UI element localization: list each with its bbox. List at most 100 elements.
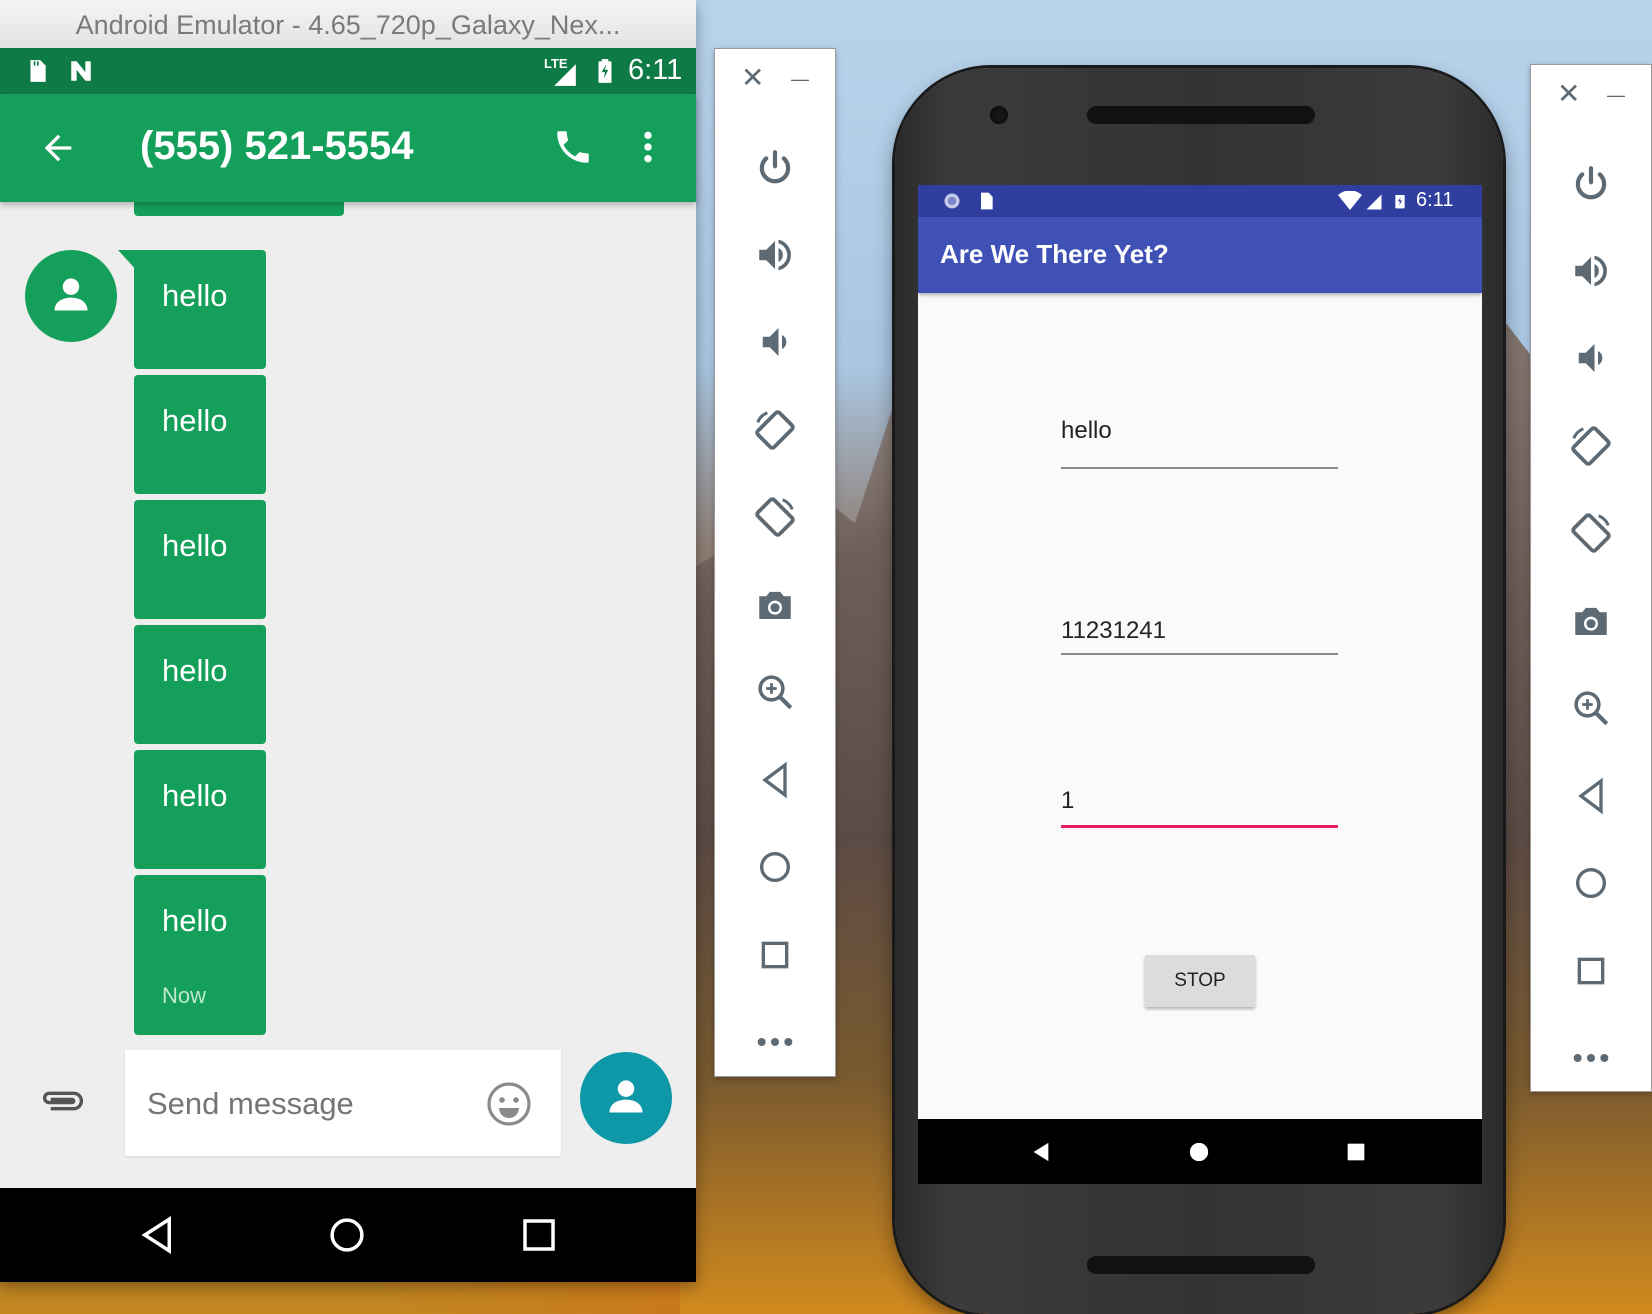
close-button[interactable]: ✕: [1557, 77, 1580, 110]
volume-up-button[interactable]: [1568, 248, 1614, 294]
rotate-left-button[interactable]: [1568, 423, 1614, 469]
stop-button[interactable]: STOP: [1145, 955, 1255, 1007]
close-button[interactable]: ✕: [741, 61, 764, 94]
rotate-right-button[interactable]: [1568, 510, 1614, 556]
volume-up-icon: [759, 239, 791, 271]
message-input-placeholder: Send message: [147, 1086, 354, 1121]
battery-charging-icon: [598, 59, 612, 83]
message-text: hello: [162, 778, 228, 813]
power-icon: [1575, 166, 1607, 200]
person-icon: [609, 1080, 643, 1113]
back-button[interactable]: [752, 757, 798, 803]
message-bubble[interactable]: hello: [134, 625, 266, 744]
minimize-button[interactable]: —: [1607, 85, 1625, 106]
power-icon: [759, 150, 791, 184]
text-field-2[interactable]: 11231241: [1061, 617, 1338, 657]
signal-icon: [1366, 194, 1382, 210]
person-icon: [54, 278, 88, 311]
back-icon: [1578, 777, 1603, 815]
rotate-left-icon: [1571, 426, 1611, 466]
volume-down-button[interactable]: [752, 319, 798, 365]
screenshot-button[interactable]: [752, 582, 798, 628]
message-bubble[interactable]: hello Now: [134, 875, 266, 1035]
overview-icon: [761, 941, 789, 969]
home-icon: [1576, 868, 1606, 898]
zoom-icon: [1574, 691, 1609, 726]
overview-button[interactable]: [752, 932, 798, 978]
screenshot-button[interactable]: [1568, 598, 1614, 644]
zoom-icon: [758, 675, 793, 710]
phone-call-icon[interactable]: [552, 126, 594, 168]
rotate-right-icon: [1571, 513, 1611, 553]
minimize-button[interactable]: —: [791, 69, 809, 90]
overview-button[interactable]: [1568, 948, 1614, 994]
nav-home-icon[interactable]: [1188, 1141, 1210, 1163]
window-title[interactable]: Android Emulator - 4.65_720p_Galaxy_Nex.…: [0, 0, 696, 49]
nav-back-icon[interactable]: [1030, 1141, 1052, 1163]
field-3-value: 1: [1061, 787, 1075, 814]
nav-back-icon[interactable]: [136, 1214, 178, 1256]
rotate-left-button[interactable]: [752, 407, 798, 453]
nav-home-icon[interactable]: [326, 1214, 368, 1256]
message-text: hello: [162, 903, 228, 938]
message-bubble[interactable]: hello: [134, 500, 266, 619]
app-bar: Are We There Yet?: [918, 217, 1482, 293]
field-1-value: hello: [1061, 417, 1112, 444]
message-input[interactable]: Send message: [125, 1050, 561, 1156]
field-underline: [1061, 653, 1338, 655]
message-text: hello: [162, 653, 228, 688]
home-button[interactable]: [1568, 860, 1614, 906]
power-button[interactable]: [752, 145, 798, 191]
contact-avatar[interactable]: [25, 250, 117, 342]
sync-icon: [944, 193, 960, 209]
bottom-speaker-grille: [1087, 1256, 1315, 1274]
conversation-app-bar: (555) 521-5554: [0, 94, 696, 202]
zoom-button[interactable]: [1568, 685, 1614, 731]
message-bubble[interactable]: hello: [134, 375, 266, 494]
contact-title: (555) 521-5554: [140, 124, 414, 168]
power-button[interactable]: [1568, 161, 1614, 207]
rotate-right-button[interactable]: [752, 494, 798, 540]
front-camera: [990, 106, 1008, 124]
home-button[interactable]: [752, 844, 798, 890]
app-title: Are We There Yet?: [940, 239, 1169, 269]
nav-overview-icon[interactable]: [1346, 1142, 1366, 1162]
volume-up-button[interactable]: [752, 232, 798, 278]
field-underline: [1061, 467, 1338, 469]
back-arrow-icon[interactable]: [38, 128, 78, 168]
top-speaker-grille: [1087, 106, 1315, 124]
compose-row: Send message: [0, 1050, 696, 1180]
volume-down-icon: [1578, 344, 1603, 372]
sd-card-icon: [30, 60, 46, 82]
field-underline-focused: [1061, 825, 1338, 828]
battery-charging-icon: [1395, 195, 1405, 209]
nav-overview-icon[interactable]: [518, 1214, 560, 1256]
emoji-icon[interactable]: [485, 1080, 533, 1128]
message-bubble[interactable]: hello: [134, 750, 266, 869]
back-button[interactable]: [1568, 773, 1614, 819]
wifi-icon: [1338, 191, 1362, 210]
more-icon: [757, 1038, 793, 1046]
more-icon: [1573, 1054, 1609, 1062]
left-emulator-toolbar: ✕ —: [714, 48, 836, 1077]
text-field-3[interactable]: 1: [1061, 787, 1338, 829]
attachment-icon[interactable]: [40, 1086, 86, 1116]
text-field-1[interactable]: hello: [1061, 417, 1338, 471]
left-emulator-window: Android Emulator - 4.65_720p_Galaxy_Nex.…: [0, 0, 696, 1282]
send-button[interactable]: [580, 1052, 672, 1144]
volume-down-button[interactable]: [1568, 335, 1614, 381]
field-2-value: 11231241: [1061, 617, 1166, 644]
more-button[interactable]: [752, 1019, 798, 1065]
zoom-button[interactable]: [752, 669, 798, 715]
message-timestamp: Now: [162, 983, 207, 1008]
rotate-left-icon: [755, 410, 795, 450]
more-button[interactable]: [1568, 1035, 1614, 1081]
status-bar: 6:11: [918, 185, 1482, 217]
message-bubble[interactable]: hello: [134, 250, 266, 369]
navigation-bar: [0, 1188, 696, 1282]
camera-icon: [759, 591, 791, 619]
overflow-menu-icon[interactable]: [628, 126, 668, 168]
signal-icon: [554, 64, 576, 86]
phone-screen: 6:11 Are We There Yet? hello 11231241 1 …: [918, 185, 1482, 1184]
volume-down-icon: [762, 328, 787, 356]
